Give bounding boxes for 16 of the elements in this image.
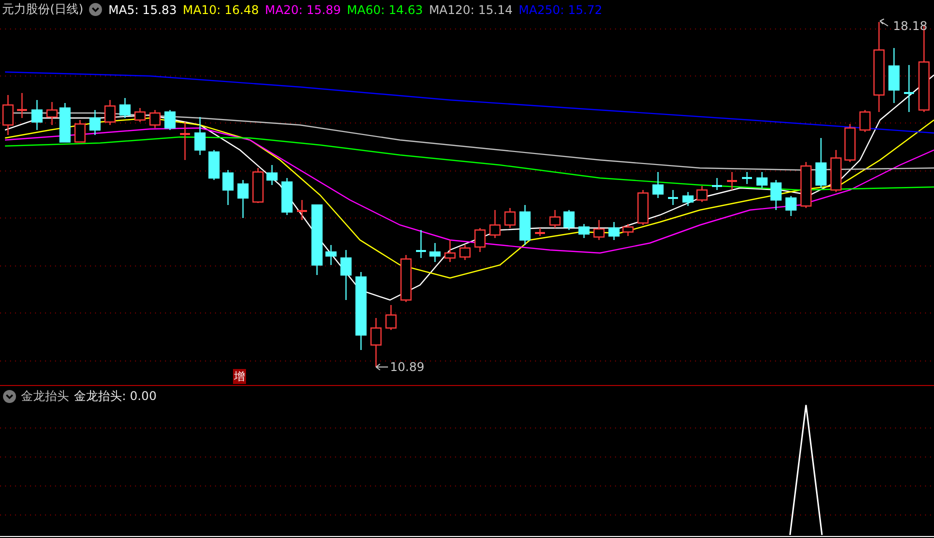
ma-legend-label: MA250: 15.72 (518, 2, 602, 16)
ma-legend-label: MA5: 15.83 (108, 2, 177, 16)
chevron-down-icon[interactable] (3, 390, 16, 403)
ma-legend-label: MA20: 15.89 (264, 2, 341, 16)
low-price-label: 10.89 (390, 360, 424, 374)
ma-legend-label: MA60: 14.63 (346, 2, 423, 16)
ma-legend-label: MA10: 16.48 (182, 2, 259, 16)
high-price-label: 18.18 (893, 19, 928, 33)
arrow-icon (376, 364, 388, 370)
indicator-value-label: 金龙抬头: 0.00 (74, 388, 157, 405)
stock-title: 元力股份(日线) (2, 1, 84, 18)
indicator-name: 金龙抬头 (21, 388, 69, 405)
ma-legend-label: MA120: 15.14 (428, 2, 513, 16)
signal-marker: 增 (233, 369, 246, 384)
chevron-down-icon[interactable] (89, 3, 102, 16)
arrow-icon (880, 18, 888, 26)
